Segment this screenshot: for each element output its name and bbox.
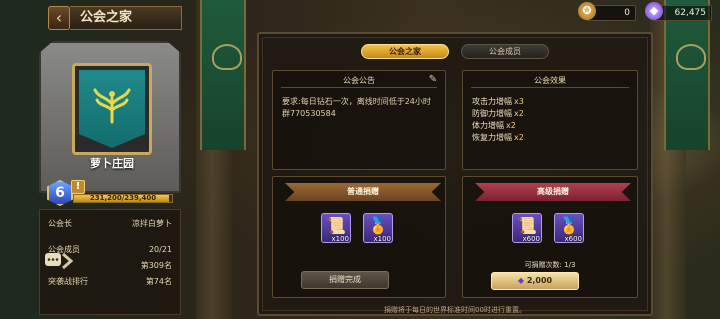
chevron-left-icon: ‹ — [55, 8, 63, 27]
effect-recovery: 恢复力增幅 x2 — [472, 133, 524, 142]
notice-text: 要求:每日钻石一次，离线时间低于24小时 群770530584 — [282, 97, 431, 118]
medal-item[interactable]: 🏅 x600 — [554, 213, 584, 243]
effects-title: 公会效果 — [463, 75, 637, 88]
guild-name: 萝卜庄园 — [90, 157, 134, 170]
medal-icon: 🏅 — [368, 216, 388, 235]
diamond-icon: ◆ — [517, 276, 525, 285]
scroll-item[interactable]: 📜 x100 — [321, 213, 351, 243]
info-icon[interactable]: ! — [71, 180, 85, 194]
chat-button[interactable] — [43, 250, 79, 272]
tab-guild-home[interactable]: 公会之家 — [361, 44, 449, 59]
medal-icon: ✪ — [578, 2, 596, 20]
guild-home-panel: 公会之家 公会成员 公会公告 ✎ 要求:每日钻石一次，离线时间低于24小时 群7… — [257, 32, 653, 316]
guild-xp-text: 231,200/239,400 — [89, 194, 157, 202]
guild-effects-box: 公会效果 攻击力增幅 x3 防御力增幅 x2 体力增幅 x2 恢复力增幅 x2 — [462, 70, 638, 170]
page-title: 公会之家 — [70, 6, 182, 30]
advanced-donate-box: 高级捐赠 📜 x600 🏅 x600 可捐赠次数: 1/3 ◆ 2,000 — [462, 176, 638, 298]
scroll-icon: 📜 — [517, 216, 537, 235]
guild-emblem-panel: 萝卜庄园 — [39, 41, 181, 193]
guild-xp-bar: 231,200/239,400 — [73, 194, 173, 203]
effect-stamina: 体力增幅 x2 — [472, 121, 516, 130]
guild-banner-icon — [79, 70, 145, 148]
scroll-icon: 📜 — [326, 216, 346, 235]
notice-title: 公会公告 — [273, 75, 445, 88]
guild-emblem — [72, 63, 152, 155]
advanced-donate-title: 高级捐赠 — [475, 183, 631, 201]
scroll-item[interactable]: 📜 x600 — [512, 213, 542, 243]
diamond-icon: ◆ — [645, 2, 663, 20]
back-button[interactable]: ‹ — [48, 6, 70, 30]
effect-attack: 攻击力增幅 x3 — [472, 97, 524, 106]
effect-defense: 防御力增幅 x2 — [472, 109, 524, 118]
advanced-donate-button[interactable]: ◆ 2,000 — [491, 272, 579, 290]
edit-icon[interactable]: ✎ — [427, 74, 439, 86]
normal-donate-box: 普通捐赠 📜 x100 🏅 x100 捐赠完成 — [272, 176, 446, 298]
guild-notice-box: 公会公告 ✎ 要求:每日钻石一次，离线时间低于24小时 群770530584 — [272, 70, 446, 170]
medal-icon: 🏅 — [559, 216, 579, 235]
tab-guild-members[interactable]: 公会成员 — [461, 44, 549, 59]
raid-rank-row: 突袭战排行 第74名 — [48, 277, 172, 286]
donate-done-button[interactable]: 捐赠完成 — [301, 271, 389, 289]
leader-row: 公会长 凉拌白萝卜 — [48, 219, 172, 228]
donate-count: 可捐赠次数: 1/3 — [524, 261, 576, 269]
effects-list: 攻击力增幅 x3 防御力增幅 x2 体力增幅 x2 恢复力增幅 x2 — [472, 96, 524, 144]
guild-card: 萝卜庄园 6 ! 231,200/239,400 公会长 凉拌白萝卜 公会成员 … — [39, 41, 181, 316]
medal-item[interactable]: 🏅 x100 — [363, 213, 393, 243]
normal-donate-title: 普通捐赠 — [285, 183, 441, 201]
reset-footnote: 捐赠将于每日的世界标准时间00时进行重置。 — [384, 306, 526, 314]
top-bar: ‹ 公会之家 0 ✪ 62,475 ◆ — [0, 0, 720, 34]
